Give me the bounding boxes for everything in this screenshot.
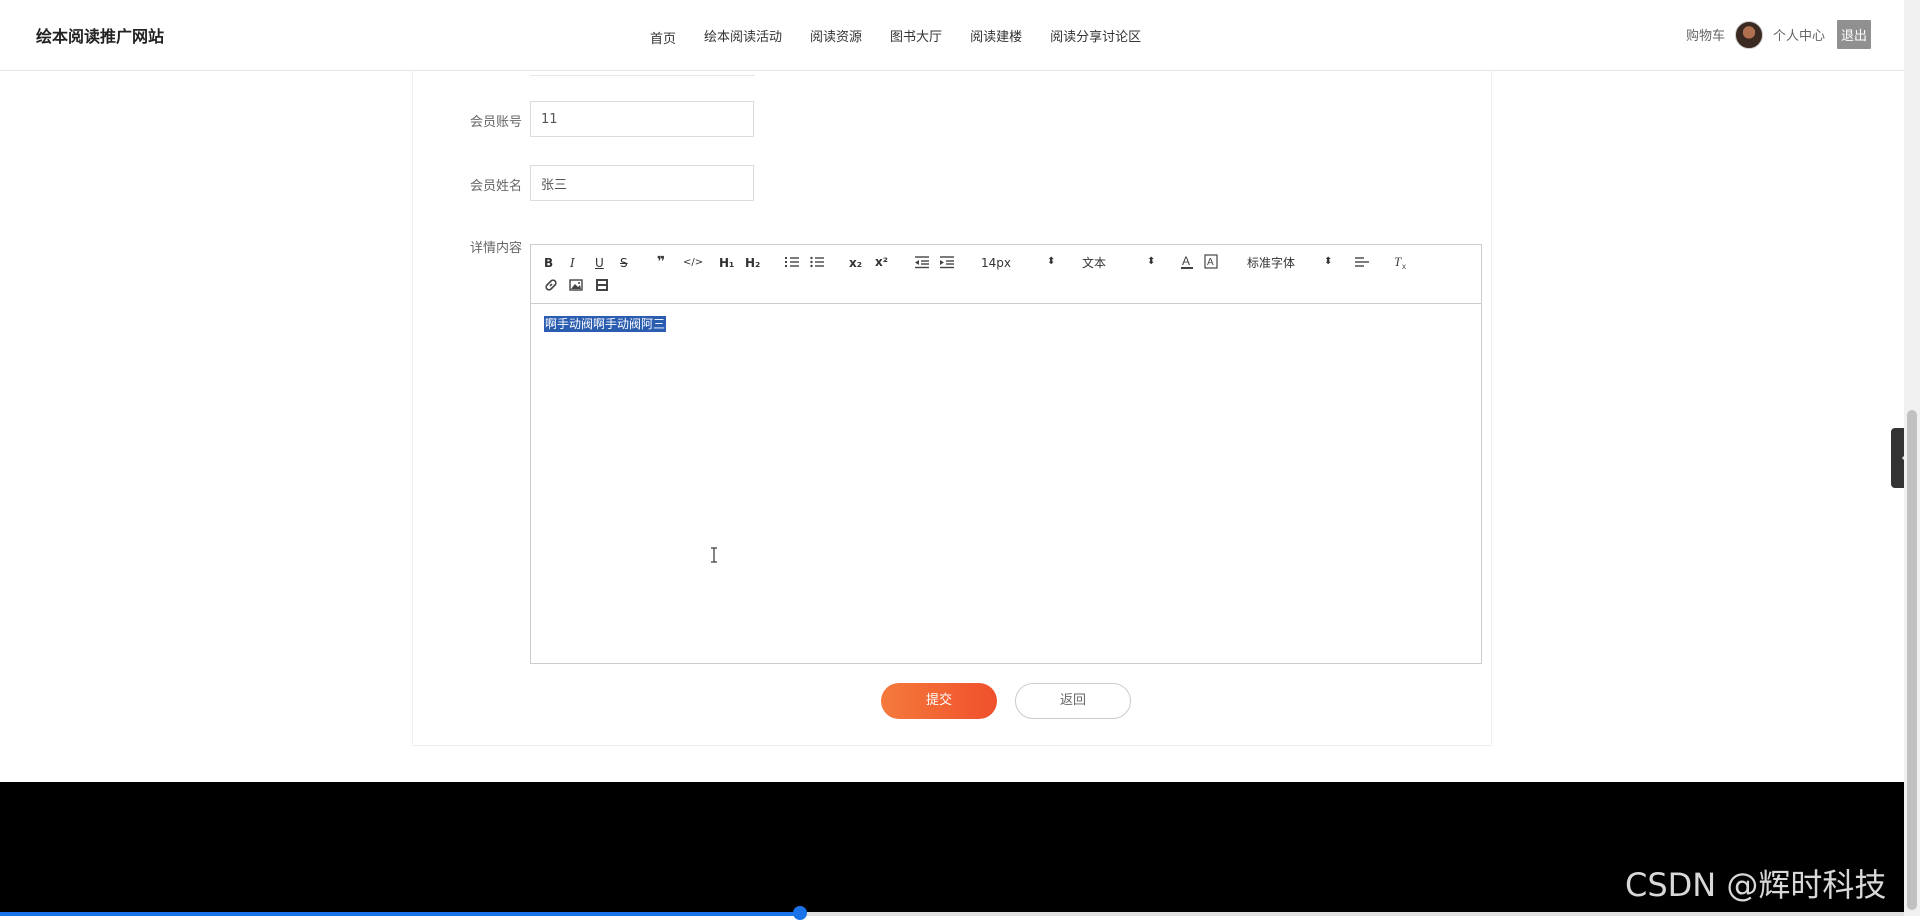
underline-button[interactable]: U xyxy=(595,255,604,271)
cart-link[interactable]: 购物车 xyxy=(1686,25,1725,44)
scrollbar-thumb[interactable] xyxy=(1907,410,1917,910)
editor-content-area[interactable]: 啊手动阀啊手动阀阿三 xyxy=(531,304,1481,663)
code-block-button[interactable]: </> xyxy=(683,255,703,271)
nav-reading-resources[interactable]: 阅读资源 xyxy=(810,26,862,47)
header-type-chevron-icon[interactable]: ⬍ xyxy=(1147,254,1155,270)
header-type-select[interactable]: 文本 xyxy=(1082,255,1106,271)
font-size-chevron-icon[interactable]: ⬍ xyxy=(1047,254,1055,270)
page-scrollbar[interactable] xyxy=(1904,0,1920,916)
submit-button[interactable]: 提交 xyxy=(881,683,997,719)
svg-text:A: A xyxy=(1207,257,1214,268)
rich-text-editor: B I U S ❞ </> H₁ H₂ x₂ x² 14px ⬍ 文本 ⬍ A … xyxy=(530,244,1482,664)
video-progress-fill xyxy=(0,912,800,916)
nav-book-hall[interactable]: 图书大厅 xyxy=(890,26,942,47)
member-name-input[interactable] xyxy=(530,165,754,201)
subscript-button[interactable]: x₂ xyxy=(849,255,862,271)
back-button[interactable]: 返回 xyxy=(1015,683,1131,719)
user-area: 购物车 个人中心 退出 xyxy=(1686,20,1872,49)
personal-center-link[interactable]: 个人中心 xyxy=(1773,25,1825,44)
nav-home[interactable]: 首页 xyxy=(650,28,676,47)
nav-reading-build[interactable]: 阅读建楼 xyxy=(970,26,1022,47)
divider xyxy=(530,71,755,76)
footer xyxy=(0,782,1904,916)
outdent-icon[interactable] xyxy=(915,255,929,269)
svg-text:x: x xyxy=(1402,262,1406,270)
clear-format-icon[interactable]: Tx xyxy=(1393,254,1409,270)
link-icon[interactable] xyxy=(544,278,558,292)
indent-icon[interactable] xyxy=(940,255,954,269)
align-icon[interactable] xyxy=(1355,255,1369,269)
text-cursor-icon xyxy=(711,547,717,563)
editor-selected-text[interactable]: 啊手动阀啊手动阀阿三 xyxy=(544,316,667,332)
member-name-row: 会员姓名 xyxy=(470,165,760,203)
top-header: 绘本阅读推广网站 首页 绘本阅读活动 阅读资源 图书大厅 阅读建楼 阅读分享讨论… xyxy=(0,0,1904,71)
italic-button[interactable]: I xyxy=(570,255,575,271)
image-icon[interactable] xyxy=(569,278,583,292)
font-family-select[interactable]: 标准字体 xyxy=(1247,255,1295,271)
watermark: CSDN @辉时科技 xyxy=(1625,866,1887,904)
video-progress-knob[interactable] xyxy=(793,906,807,920)
h2-button[interactable]: H₂ xyxy=(745,255,760,271)
editor-toolbar: B I U S ❞ </> H₁ H₂ x₂ x² 14px ⬍ 文本 ⬍ A … xyxy=(531,245,1481,304)
logout-button[interactable]: 退出 xyxy=(1837,20,1872,49)
superscript-button[interactable]: x² xyxy=(875,254,888,270)
avatar[interactable] xyxy=(1735,20,1764,49)
bold-button[interactable]: B xyxy=(544,255,553,271)
ordered-list-icon[interactable] xyxy=(785,255,799,269)
font-size-select[interactable]: 14px xyxy=(981,255,1011,271)
details-label: 详情内容 xyxy=(470,241,523,256)
nav-discussion-forum[interactable]: 阅读分享讨论区 xyxy=(1050,26,1141,47)
main-nav: 首页 绘本阅读活动 阅读资源 图书大厅 阅读建楼 阅读分享讨论区 xyxy=(650,26,1169,47)
font-color-icon[interactable]: A xyxy=(1180,254,1194,270)
svg-text:A: A xyxy=(1182,254,1190,268)
member-name-label: 会员姓名 xyxy=(470,179,523,194)
nav-picture-book-activities[interactable]: 绘本阅读活动 xyxy=(704,26,782,47)
member-account-row: 会员账号 xyxy=(470,101,760,139)
member-account-input[interactable] xyxy=(530,101,754,137)
font-family-chevron-icon[interactable]: ⬍ xyxy=(1324,254,1332,270)
site-title[interactable]: 绘本阅读推广网站 xyxy=(36,23,164,47)
blockquote-button[interactable]: ❞ xyxy=(657,254,665,270)
svg-text:T: T xyxy=(1394,254,1402,269)
member-account-label: 会员账号 xyxy=(470,115,523,130)
bullet-list-icon[interactable] xyxy=(810,255,824,269)
h1-button[interactable]: H₁ xyxy=(719,255,734,271)
strike-button[interactable]: S xyxy=(620,255,628,271)
background-color-icon[interactable]: A xyxy=(1204,254,1218,270)
video-icon[interactable] xyxy=(595,278,609,292)
